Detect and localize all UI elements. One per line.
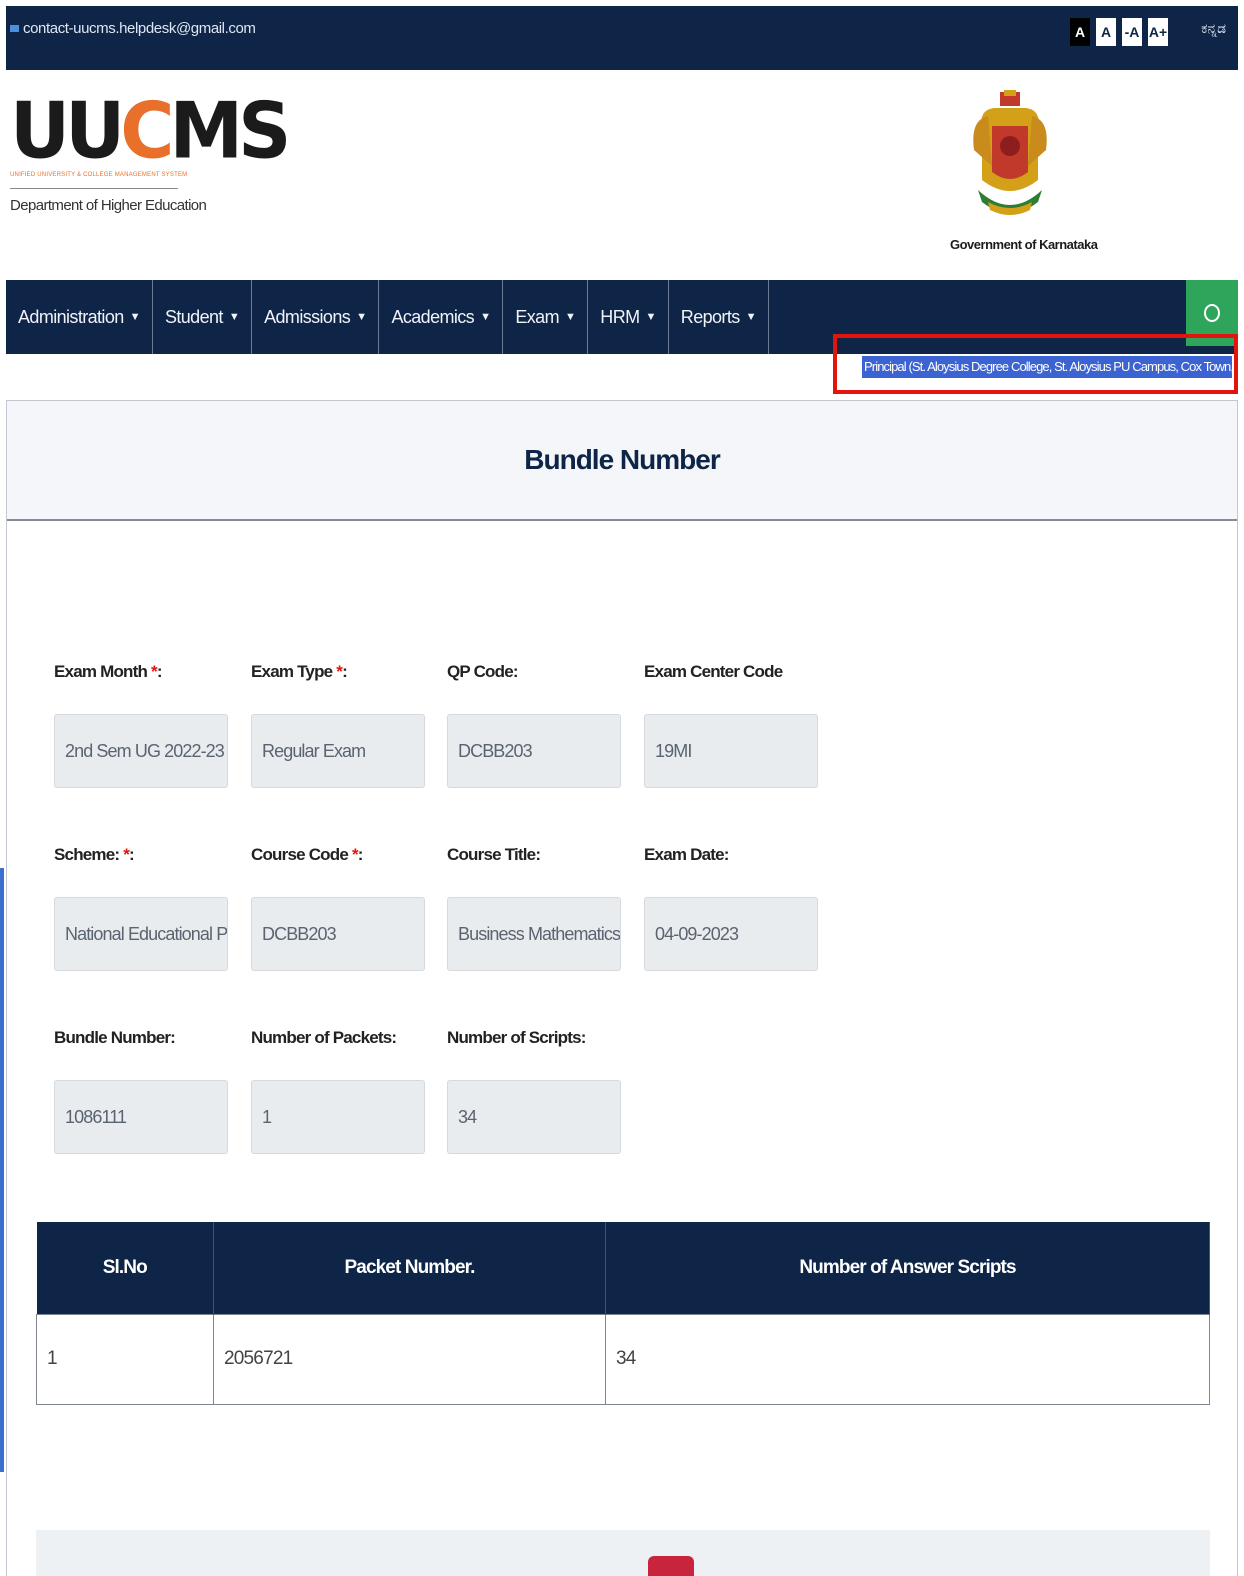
logo-wordmark: UUCMS — [10, 92, 291, 170]
scheme-field: Scheme: *: National Educational Policy- — [54, 845, 228, 971]
nav-student[interactable]: Student ▼ — [153, 280, 253, 354]
cell-packet-number: 2056721 — [213, 1313, 606, 1405]
font-decrease-button[interactable]: -A — [1122, 18, 1142, 46]
bundle-number-input[interactable]: 1086111 — [54, 1080, 228, 1154]
exam-type-input[interactable]: Regular Exam — [251, 714, 425, 788]
col-packet-number: Packet Number. — [213, 1222, 606, 1314]
exam-date-input[interactable]: 04-09-2023 — [644, 897, 818, 971]
course-code-label: Course Code *: — [251, 845, 425, 871]
uucms-logo[interactable]: UUCMS UNIFIED UNIVERSITY & COLLEGE MANAG… — [10, 92, 291, 214]
nav-admissions[interactable]: Admissions ▼ — [252, 280, 380, 354]
font-dark-button[interactable]: A — [1070, 18, 1090, 46]
number-of-packets-label: Number of Packets: — [251, 1028, 397, 1047]
qp-code-label: QP Code: — [447, 662, 519, 681]
course-title-label: Course Title: — [447, 845, 541, 864]
logo-wordmark-left: UU — [10, 85, 125, 177]
exam-type-field: Exam Type *: Regular Exam — [251, 662, 425, 788]
nav-reports[interactable]: Reports ▼ — [669, 280, 769, 354]
exam-center-code-field: Exam Center Code 19MI — [644, 662, 818, 788]
nav-admissions-label: Admissions — [264, 306, 351, 327]
chevron-down-icon: ▼ — [228, 311, 240, 323]
nav-reports-label: Reports — [680, 306, 740, 327]
logo-wordmark-right: MS — [169, 85, 292, 177]
exam-center-code-input[interactable]: 19MI — [644, 714, 818, 788]
logo-divider — [10, 188, 178, 189]
card-header: Bundle Number — [7, 401, 1237, 521]
exam-date-field: Exam Date: 04-09-2023 — [644, 845, 818, 971]
bundle-number-field: Bundle Number: 1086111 — [54, 1028, 228, 1154]
nav-hrm[interactable]: HRM ▼ — [588, 280, 669, 354]
course-code-label-colon: : — [357, 845, 364, 864]
course-code-field: Course Code *: DCBB203 — [251, 845, 425, 971]
course-code-input[interactable]: DCBB203 — [251, 897, 425, 971]
col-answer-scripts: Number of Answer Scripts — [605, 1222, 1210, 1314]
nav-administration-label: Administration — [18, 306, 124, 327]
contact-email[interactable]: contact-uucms.helpdesk@gmail.com — [10, 20, 256, 37]
user-icon — [1204, 304, 1220, 322]
font-increase-button[interactable]: A+ — [1148, 18, 1168, 46]
font-size-controls: A A -A A+ — [1070, 18, 1168, 46]
bundle-number-label: Bundle Number: — [54, 1028, 176, 1047]
department-name: Department of Higher Education — [10, 197, 207, 214]
left-edge-bar — [0, 868, 4, 1472]
table-header-row: Sl.No Packet Number. Number of Answer Sc… — [36, 1222, 1210, 1314]
nav-exam-label: Exam — [515, 306, 559, 327]
action-button[interactable] — [648, 1556, 694, 1576]
number-of-scripts-label: Number of Scripts: — [447, 1028, 586, 1047]
chevron-down-icon: ▼ — [356, 311, 367, 323]
cell-answer-scripts: 34 — [605, 1313, 1210, 1405]
qp-code-input[interactable]: DCBB203 — [447, 714, 621, 788]
chevron-down-icon: ▼ — [129, 311, 141, 323]
language-toggle[interactable]: ಕನ್ನಡ — [1201, 20, 1226, 37]
exam-month-input[interactable]: 2nd Sem UG 2022-23 — [54, 714, 228, 788]
nav-student-label: Student — [164, 306, 223, 327]
packets-table: Sl.No Packet Number. Number of Answer Sc… — [36, 1222, 1210, 1405]
exam-month-label: Exam Month *: — [54, 662, 228, 688]
nav-hrm-label: HRM — [600, 306, 640, 327]
scheme-label-colon: : — [129, 845, 135, 864]
chevron-down-icon: ▼ — [745, 311, 757, 323]
course-title-field: Course Title: Business Mathematics — [447, 845, 621, 971]
exam-type-label: Exam Type *: — [251, 662, 425, 688]
font-light-button[interactable]: A — [1096, 18, 1116, 46]
exam-date-label: Exam Date: — [644, 845, 729, 864]
emblem-caption: Government of Karnataka — [950, 237, 1098, 252]
mail-icon — [10, 25, 19, 32]
exam-center-code-label: Exam Center Code — [644, 662, 783, 681]
number-of-packets-field: Number of Packets: 1 — [251, 1028, 425, 1154]
table-row: 1 2056721 34 — [36, 1313, 1210, 1405]
exam-type-label-text: Exam Type — [251, 662, 333, 681]
scheme-label: Scheme: *: — [54, 845, 228, 871]
chevron-down-icon: ▼ — [645, 311, 657, 323]
qp-code-field: QP Code: DCBB203 — [447, 662, 621, 788]
exam-month-field: Exam Month *: 2nd Sem UG 2022-23 — [54, 662, 228, 788]
current-role: Principal (St. Aloysius Degree College, … — [862, 356, 1232, 378]
logo-wordmark-accent: C — [120, 85, 174, 177]
cell-sl-no: 1 — [36, 1313, 214, 1405]
number-of-packets-input[interactable]: 1 — [251, 1080, 425, 1154]
nav-academics-label: Academics — [391, 306, 475, 327]
nav-administration[interactable]: Administration ▼ — [6, 280, 153, 354]
page-title: Bundle Number — [524, 444, 720, 475]
scheme-input[interactable]: National Educational Policy- — [54, 897, 228, 971]
course-title-input[interactable]: Business Mathematics — [447, 897, 621, 971]
col-sl-no: Sl.No — [36, 1222, 214, 1314]
exam-type-label-colon: : — [342, 662, 348, 681]
number-of-scripts-input[interactable]: 34 — [447, 1080, 621, 1154]
chevron-down-icon: ▼ — [480, 311, 491, 323]
government-emblem: Government of Karnataka — [950, 90, 1098, 252]
action-bar — [36, 1530, 1210, 1576]
exam-month-label-text: Exam Month — [54, 662, 148, 681]
top-bar: contact-uucms.helpdesk@gmail.com A A -A … — [6, 6, 1238, 70]
course-code-label-text: Course Code — [251, 845, 349, 864]
nav-academics[interactable]: Academics ▼ — [379, 280, 504, 354]
site-header: UUCMS UNIFIED UNIVERSITY & COLLEGE MANAG… — [6, 70, 1238, 280]
nav-exam[interactable]: Exam ▼ — [503, 280, 589, 354]
exam-month-label-colon: : — [156, 662, 163, 681]
number-of-scripts-field: Number of Scripts: 34 — [447, 1028, 621, 1154]
contact-email-text[interactable]: contact-uucms.helpdesk@gmail.com — [23, 20, 256, 37]
scheme-label-text: Scheme: — [54, 845, 120, 864]
chevron-down-icon: ▼ — [565, 311, 576, 323]
karnataka-emblem-icon — [973, 90, 1047, 215]
